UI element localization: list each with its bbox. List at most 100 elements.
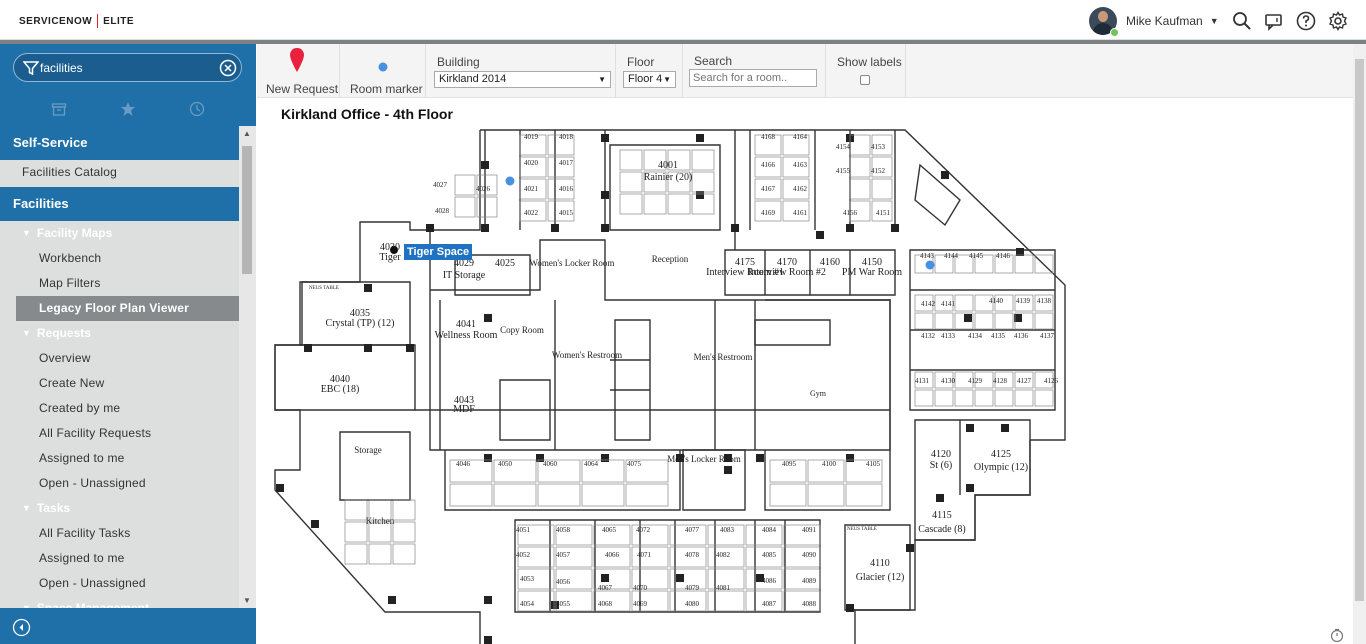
room-label: 4087 <box>762 600 777 608</box>
room-marker <box>505 176 515 186</box>
room-label: 4091 <box>802 526 817 534</box>
gear-icon[interactable] <box>1328 11 1348 31</box>
help-icon[interactable] <box>1296 11 1316 31</box>
nav-assigned-to-me[interactable]: Assigned to me <box>0 446 239 471</box>
filter-input[interactable] <box>40 58 220 78</box>
room-label: 4051 <box>516 526 531 534</box>
room-label: 4126 <box>1044 377 1059 385</box>
map-pin-icon[interactable] <box>289 48 305 72</box>
nav-workbench[interactable]: Workbench <box>0 246 239 271</box>
room-label: 4025 <box>495 258 515 269</box>
room-label: Reception <box>652 254 689 264</box>
timer-icon[interactable] <box>1330 628 1344 642</box>
clear-filter-icon[interactable] <box>219 59 237 77</box>
room-marker-tool[interactable]: Room marker <box>340 44 426 98</box>
column-block <box>1001 424 1009 432</box>
room-label: IT Storage <box>443 270 486 281</box>
column-block <box>484 314 492 322</box>
desk <box>954 389 974 407</box>
room-label: 4083 <box>720 526 735 534</box>
desk <box>707 590 745 612</box>
archive-icon[interactable] <box>51 101 67 117</box>
room-label: 4130 <box>941 377 956 385</box>
clock-icon[interactable] <box>189 101 205 117</box>
navigator-scroll-thumb[interactable] <box>242 146 252 274</box>
scroll-down-arrow-icon[interactable]: ▼ <box>243 596 251 605</box>
building-select[interactable]: Kirkland 2014 ▼ <box>434 71 611 88</box>
desk <box>449 483 493 507</box>
room-label: 4016 <box>559 185 574 193</box>
room-tooltip[interactable]: Tiger Space <box>404 244 473 260</box>
navigator-scrollbar[interactable]: ▲ ▼ <box>239 126 256 608</box>
floor-plan-drawing[interactable]: 4001Rainier (20)4030Tiger4035Crystal (TP… <box>257 98 1353 644</box>
room-label: Tiger <box>379 252 401 263</box>
group-facility-maps-label: Facility Maps <box>36 226 113 240</box>
navigator-footer <box>0 608 256 644</box>
desk <box>619 171 643 193</box>
user-menu[interactable]: Mike Kaufman ▼ <box>1089 7 1219 35</box>
group-tasks[interactable]: ▼ Tasks <box>0 496 239 521</box>
column-block <box>846 604 854 612</box>
room-label: 4162 <box>793 185 808 193</box>
nav-map-filters[interactable]: Map Filters <box>0 271 239 296</box>
chevron-down-icon[interactable]: ▼ <box>1210 16 1219 26</box>
star-icon[interactable] <box>120 101 136 117</box>
column-block <box>601 134 609 142</box>
show-labels-checkbox[interactable] <box>860 75 870 85</box>
nav-facilities-catalog[interactable]: Facilities Catalog <box>0 160 239 185</box>
nav-created-by-me[interactable]: Created by me <box>0 396 239 421</box>
room-label: 4140 <box>989 297 1004 305</box>
filter-field[interactable] <box>13 53 242 82</box>
room-label: 4142 <box>921 300 936 308</box>
room-search-input[interactable] <box>689 69 817 87</box>
connect-chat-icon[interactable] <box>1264 11 1284 31</box>
room-label: 4160 <box>820 257 840 268</box>
column-block <box>406 344 414 352</box>
column-block <box>601 454 609 462</box>
collapse-navigator-icon[interactable] <box>12 618 31 637</box>
building-section: Building Kirkland 2014 ▼ <box>426 44 616 98</box>
desk <box>691 149 715 171</box>
new-request-label: New Request <box>266 82 339 96</box>
column-block <box>731 224 739 232</box>
nav-overview[interactable]: Overview <box>0 346 239 371</box>
nav-tasks-assigned-to-me[interactable]: Assigned to me <box>0 546 239 571</box>
nav-tasks-open-unassigned[interactable]: Open - Unassigned <box>0 571 239 596</box>
new-request-tool[interactable]: New Request <box>257 44 340 98</box>
nav-all-facility-requests[interactable]: All Facility Requests <box>0 421 239 446</box>
triangle-down-icon: ▼ <box>22 228 31 238</box>
floor-select[interactable]: Floor 4 ▼ <box>623 71 676 88</box>
map-scroll-thumb[interactable] <box>1355 59 1364 601</box>
room-label: 4134 <box>968 332 983 340</box>
section-self-service[interactable]: Self-Service <box>0 126 239 160</box>
nav-create-new[interactable]: Create New <box>0 371 239 396</box>
scroll-up-arrow-icon[interactable]: ▲ <box>243 129 251 138</box>
map-scrollbar[interactable] <box>1353 44 1366 644</box>
desk <box>537 483 581 507</box>
nav-open-unassigned[interactable]: Open - Unassigned <box>0 471 239 496</box>
room-label: 4100 <box>822 460 837 468</box>
column-block <box>364 284 372 292</box>
group-requests[interactable]: ▼ Requests <box>0 321 239 346</box>
room-label: 4133 <box>941 332 956 340</box>
logo-servicenow-text: SERVICENOW <box>19 15 93 27</box>
search-section: Search <box>683 44 826 98</box>
room-label: 4079 <box>685 584 700 592</box>
room-label: 4139 <box>1016 297 1031 305</box>
section-facilities[interactable]: Facilities <box>0 187 239 221</box>
user-name[interactable]: Mike Kaufman <box>1126 14 1203 28</box>
group-space-management[interactable]: ▼ Space Management <box>0 596 239 608</box>
top-header: SERVICENOW ELITE Mike Kaufman ▼ <box>0 0 1366 40</box>
servicenow-logo[interactable]: SERVICENOW ELITE <box>19 14 134 28</box>
group-facility-maps[interactable]: ▼ Facility Maps <box>0 221 239 246</box>
search-icon[interactable] <box>1232 11 1252 31</box>
room-label: Men's Restroom <box>694 352 753 362</box>
room-marker-dot-icon[interactable] <box>378 62 388 72</box>
column-block <box>846 224 854 232</box>
floor-plan-map[interactable]: Kirkland Office - 4th Floor 4001 Rainier… <box>257 98 1353 644</box>
nav-all-facility-tasks[interactable]: All Facility Tasks <box>0 521 239 546</box>
room-label: 4075 <box>627 460 642 468</box>
filter-icon <box>23 61 39 76</box>
desk <box>934 389 954 407</box>
nav-legacy-floor-plan-viewer[interactable]: Legacy Floor Plan Viewer <box>16 296 239 321</box>
